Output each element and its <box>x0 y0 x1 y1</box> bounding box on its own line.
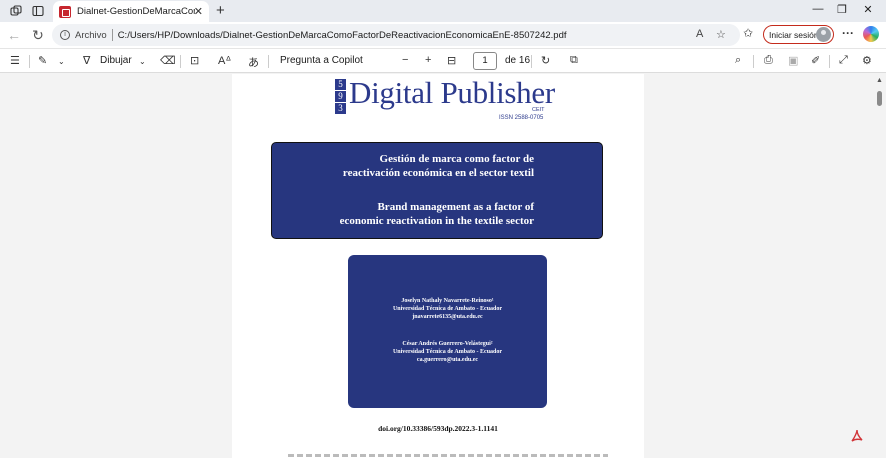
chevron-down-icon[interactable]: ⌄ <box>58 57 65 66</box>
back-icon[interactable]: ← <box>6 27 22 43</box>
copilot-icon[interactable] <box>863 26 879 42</box>
toolbar-divider <box>180 55 181 68</box>
draw-icon[interactable]: ∇ <box>83 54 90 67</box>
tab-title: Dialnet-GestionDeMarcaComoFac <box>77 6 195 17</box>
pdf-viewer[interactable]: 5 9 3 Digital Publisher CEIT ISSN 2588-0… <box>0 74 886 458</box>
pdf-favicon-icon <box>59 5 71 18</box>
chevron-down-icon[interactable]: ⌄ <box>139 57 146 66</box>
title-spanish: Gestión de marca como factor de reactiva… <box>343 153 534 180</box>
authors-box: Joselyn Nathaly Navarrete-Reinoso¹ Unive… <box>348 255 547 408</box>
favorites-list-icon[interactable]: ✩ <box>743 26 753 40</box>
contents-icon[interactable]: ☰ <box>10 54 20 67</box>
author-block: César Andrés Guerrero-Velástegui² Univer… <box>348 340 547 364</box>
logo-numbers: 5 9 3 <box>335 79 346 115</box>
issn-text: ISSN 2588-0705 <box>499 115 544 121</box>
author-affiliation: Universidad Técnica de Ambato - Ecuador <box>392 349 503 355</box>
logo-digit: 5 <box>335 79 346 90</box>
toolbar-divider <box>753 55 754 68</box>
signin-button[interactable]: Iniciar sesión <box>763 25 834 44</box>
title-en-line2: economic reactivation in the textile sec… <box>339 214 534 227</box>
page-number-input[interactable]: 1 <box>473 52 497 70</box>
logo-digit: 3 <box>335 103 346 114</box>
tab-actions-icon[interactable] <box>31 4 45 18</box>
title-english: Brand management as a factor of economic… <box>340 201 534 228</box>
draw-label[interactable]: Dibujar <box>100 55 132 66</box>
scroll-thumb[interactable] <box>877 91 882 106</box>
close-tab-icon[interactable]: ✕ <box>194 5 203 18</box>
workspaces-icon[interactable] <box>9 4 23 18</box>
url-divider <box>111 29 113 41</box>
pdf-toolbar: ☰ ✎ ⌄ ∇ Dibujar ⌄ ⌫ ⊡ Aᐞ あ Pregunta a Co… <box>0 48 886 73</box>
fullscreen-icon[interactable]: ⤢ <box>839 54 848 67</box>
read-aloud-icon[interactable]: Aᐞ <box>218 54 231 67</box>
highlight-icon[interactable]: ✎ <box>38 54 47 67</box>
author-affiliation: Universidad Técnica de Ambato - Ecuador <box>392 306 503 312</box>
print-icon[interactable]: ⎙ <box>764 54 773 67</box>
tab-strip: Dialnet-GestionDeMarcaComoFac ✕ + — ❐ ✕ <box>0 0 886 22</box>
title-es-line1: Gestión de marca como factor de <box>379 153 534 165</box>
new-tab-icon[interactable]: + <box>216 2 225 19</box>
scroll-up-icon[interactable]: ▲ <box>876 77 883 84</box>
toolbar-divider <box>268 55 269 68</box>
add-text-icon[interactable]: ⊡ <box>190 54 199 67</box>
toolbar-divider <box>531 55 532 68</box>
fit-page-icon[interactable]: ⊟ <box>447 54 456 67</box>
title-es-line2: reactivación económica en el sector text… <box>342 166 534 179</box>
author-email: jnavarrete6135@uta.edu.ec <box>412 314 483 320</box>
search-icon[interactable]: ⌕ <box>735 54 741 67</box>
save-icon[interactable]: ▣ <box>788 54 798 67</box>
avatar <box>816 27 831 42</box>
cut-off-footer-text <box>288 454 608 457</box>
logo-ceit: CEIT <box>532 107 545 113</box>
translate-icon[interactable]: あ <box>248 54 259 70</box>
doi-text: doi.org/10.33386/593dp.2022.3-1.1141 <box>378 424 498 433</box>
favorite-star-icon[interactable]: ☆ <box>716 28 726 41</box>
title-en-line1: Brand management as a factor of <box>377 201 534 213</box>
refresh-icon[interactable]: ↻ <box>30 27 46 44</box>
tab-active[interactable]: Dialnet-GestionDeMarcaComoFac ✕ <box>53 1 209 22</box>
settings-gear-icon[interactable]: ⚙ <box>862 54 872 67</box>
page-total: de 16 <box>505 55 531 66</box>
vertical-scrollbar[interactable]: ▲ <box>873 74 886 458</box>
more-options-icon[interactable]: ··· <box>842 26 854 40</box>
signin-label: Iniciar sesión <box>769 29 819 40</box>
toolbar-divider <box>829 55 830 68</box>
site-info-icon[interactable]: i <box>60 30 70 40</box>
url-field[interactable]: i Archivo C:/Users/HP/Downloads/Dialnet-… <box>52 24 740 46</box>
minimize-icon[interactable]: — <box>808 3 828 15</box>
save-as-icon[interactable]: ✐ <box>811 54 820 67</box>
author-block: Joselyn Nathaly Navarrete-Reinoso¹ Unive… <box>348 297 547 321</box>
url-scheme-label: Archivo <box>75 29 107 41</box>
pdf-page: 5 9 3 Digital Publisher CEIT ISSN 2588-0… <box>232 74 644 458</box>
zoom-in-icon[interactable]: + <box>425 54 431 66</box>
logo-name: Digital Publisher <box>349 75 555 110</box>
journal-logo: 5 9 3 Digital Publisher CEIT ISSN 2588-0… <box>335 75 555 121</box>
title-box: Gestión de marca como factor de reactiva… <box>271 142 603 239</box>
zoom-out-icon[interactable]: − <box>402 54 408 66</box>
close-window-icon[interactable]: ✕ <box>858 3 878 16</box>
rotate-icon[interactable]: ↻ <box>541 54 550 67</box>
ask-copilot-button[interactable]: Pregunta a Copilot <box>280 55 363 66</box>
page-view-icon[interactable]: ⧉ <box>570 54 578 67</box>
acrobat-pdf-icon[interactable] <box>849 428 865 444</box>
author-email: ca.guerrero@uta.edu.ec <box>416 357 479 363</box>
url-text[interactable]: C:/Users/HP/Downloads/Dialnet-GestionDeM… <box>118 30 567 41</box>
author-name: César Andrés Guerrero-Velástegui² <box>402 341 493 347</box>
address-bar: ← ↻ i Archivo C:/Users/HP/Downloads/Dial… <box>0 22 886 48</box>
erase-icon[interactable]: ⌫ <box>160 54 176 67</box>
logo-digit: 9 <box>335 91 346 102</box>
read-aloud-icon[interactable]: A <box>696 28 703 40</box>
author-name: Joselyn Nathaly Navarrete-Reinoso¹ <box>401 298 494 304</box>
toolbar-divider <box>29 55 30 68</box>
restore-icon[interactable]: ❐ <box>832 3 852 16</box>
